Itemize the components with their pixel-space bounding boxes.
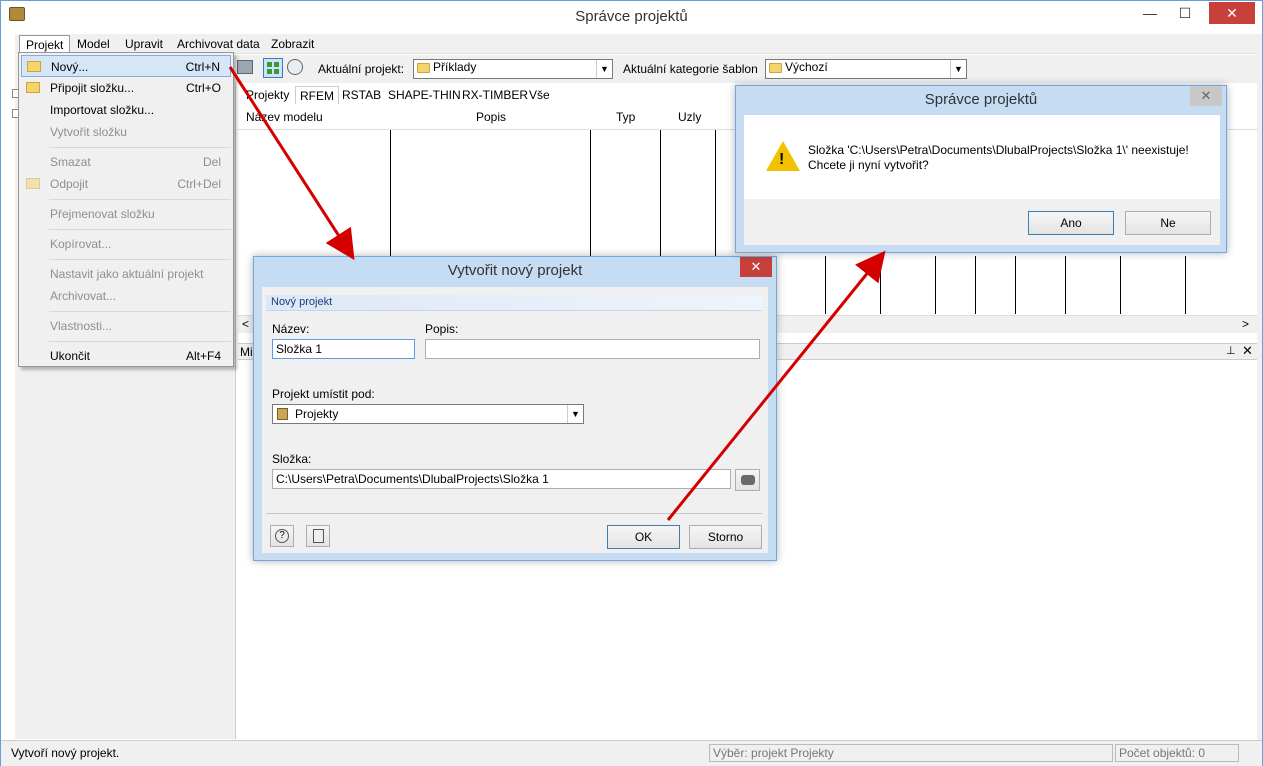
annotation-arrows (228, 66, 886, 521)
arrow-menu-to-dialog (228, 66, 355, 261)
arrow-ok-to-confirm (666, 250, 886, 521)
